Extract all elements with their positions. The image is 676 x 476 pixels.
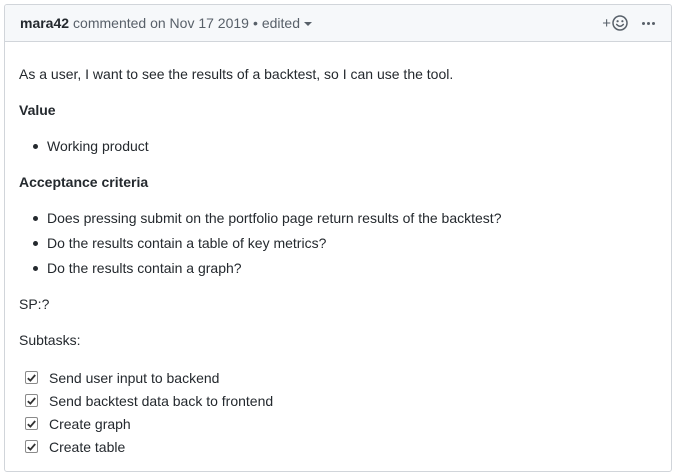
task-label: Send user input to backend — [49, 369, 220, 386]
smiley-icon — [612, 15, 628, 31]
edited-dropdown[interactable]: edited — [262, 15, 312, 31]
task-item: Send user input to backend — [25, 366, 657, 389]
list-item: Do the results contain a graph? — [33, 258, 657, 278]
task-label: Send backtest data back to frontend — [49, 392, 274, 409]
comment-card: mara42 commented on Nov 17 2019 • edited… — [4, 4, 672, 472]
caret-down-icon — [304, 22, 312, 26]
author-link[interactable]: mara42 — [20, 15, 69, 31]
task-item: Create graph — [25, 412, 657, 435]
task-list: Send user input to backend Send backtest… — [19, 366, 657, 458]
comment-body: As a user, I want to see the results of … — [5, 42, 671, 458]
criteria-list: Does pressing submit on the portfolio pa… — [19, 208, 657, 278]
task-label: Create graph — [49, 415, 131, 432]
check-icon — [27, 396, 36, 405]
task-checkbox[interactable] — [25, 440, 38, 453]
task-checkbox[interactable] — [25, 371, 38, 384]
check-icon — [27, 442, 36, 451]
task-item: Create table — [25, 435, 657, 458]
list-item: Does pressing submit on the portfolio pa… — [33, 208, 657, 228]
comment-meta: mara42 commented on Nov 17 2019 • edited — [20, 15, 312, 31]
list-item: Working product — [33, 136, 657, 156]
comment-timestamp[interactable]: commented on Nov 17 2019 — [73, 15, 249, 31]
task-checkbox[interactable] — [25, 417, 38, 430]
check-icon — [27, 373, 36, 382]
value-heading: Value — [19, 102, 56, 118]
intro-text: As a user, I want to see the results of … — [19, 66, 454, 82]
list-item: Do the results contain a table of key me… — [33, 233, 657, 253]
story-points: SP:? — [19, 296, 50, 312]
value-list: Working product — [19, 136, 657, 156]
separator-dot: • — [252, 15, 258, 31]
task-item: Send backtest data back to frontend — [25, 389, 657, 412]
edited-label: edited — [261, 15, 300, 31]
comment-header: mara42 commented on Nov 17 2019 • edited… — [5, 5, 671, 42]
plus-icon: + — [602, 14, 611, 32]
check-icon — [27, 419, 36, 428]
comment-actions: + — [602, 15, 655, 31]
subtasks-label: Subtasks: — [19, 332, 81, 348]
add-reaction-button[interactable]: + — [602, 15, 628, 31]
task-label: Create table — [49, 438, 126, 455]
criteria-heading: Acceptance criteria — [19, 174, 149, 190]
kebab-icon[interactable] — [642, 15, 655, 31]
task-checkbox[interactable] — [25, 394, 38, 407]
